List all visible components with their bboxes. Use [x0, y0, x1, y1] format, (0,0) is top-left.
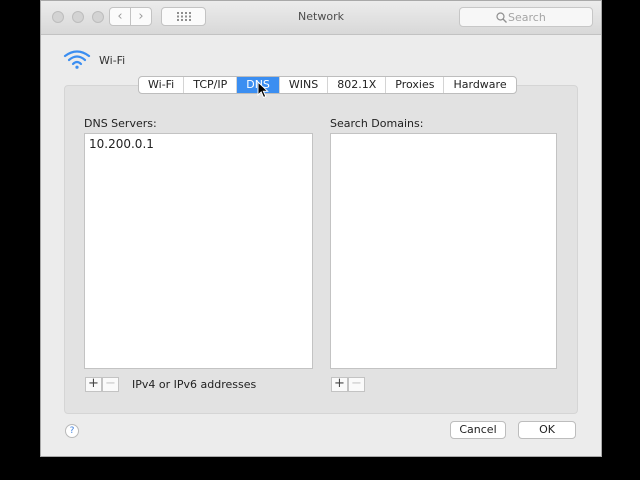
tab-proxies[interactable]: Proxies [386, 77, 445, 93]
dns-servers-label: DNS Servers: [84, 117, 157, 130]
ok-button[interactable]: OK [518, 421, 576, 439]
cancel-button[interactable]: Cancel [450, 421, 506, 439]
add-dns-server-button[interactable]: + [85, 377, 102, 392]
tab-wins[interactable]: WINS [280, 77, 329, 93]
dns-servers-list[interactable]: 10.200.0.1 [84, 133, 313, 369]
wifi-icon [63, 50, 91, 69]
tab-bar: Wi-Fi TCP/IP DNS WINS 802.1X Proxies Har… [138, 76, 517, 94]
tab-tcpip[interactable]: TCP/IP [184, 77, 238, 93]
search-icon [496, 12, 507, 23]
search-input[interactable] [508, 10, 588, 24]
remove-search-domain-button[interactable]: − [348, 377, 365, 392]
search-domains-list[interactable] [330, 133, 557, 369]
tab-hardware[interactable]: Hardware [444, 77, 515, 93]
dns-server-entry[interactable]: 10.200.0.1 [85, 134, 312, 154]
add-search-domain-button[interactable]: + [331, 377, 348, 392]
tab-8021x[interactable]: 802.1X [328, 77, 387, 93]
dns-hint-text: IPv4 or IPv6 addresses [132, 378, 257, 391]
tab-wifi[interactable]: Wi-Fi [139, 77, 185, 93]
mouse-pointer-icon [257, 81, 269, 99]
search-field[interactable] [459, 7, 593, 27]
title-bar: ‹ › Network [41, 1, 601, 35]
interface-name: Wi-Fi [99, 54, 126, 67]
help-button[interactable]: ? [65, 424, 79, 438]
search-domains-label: Search Domains: [330, 117, 424, 130]
network-preferences-window: ‹ › Network Wi-Fi Wi- [40, 0, 602, 457]
remove-dns-server-button[interactable]: − [102, 377, 119, 392]
